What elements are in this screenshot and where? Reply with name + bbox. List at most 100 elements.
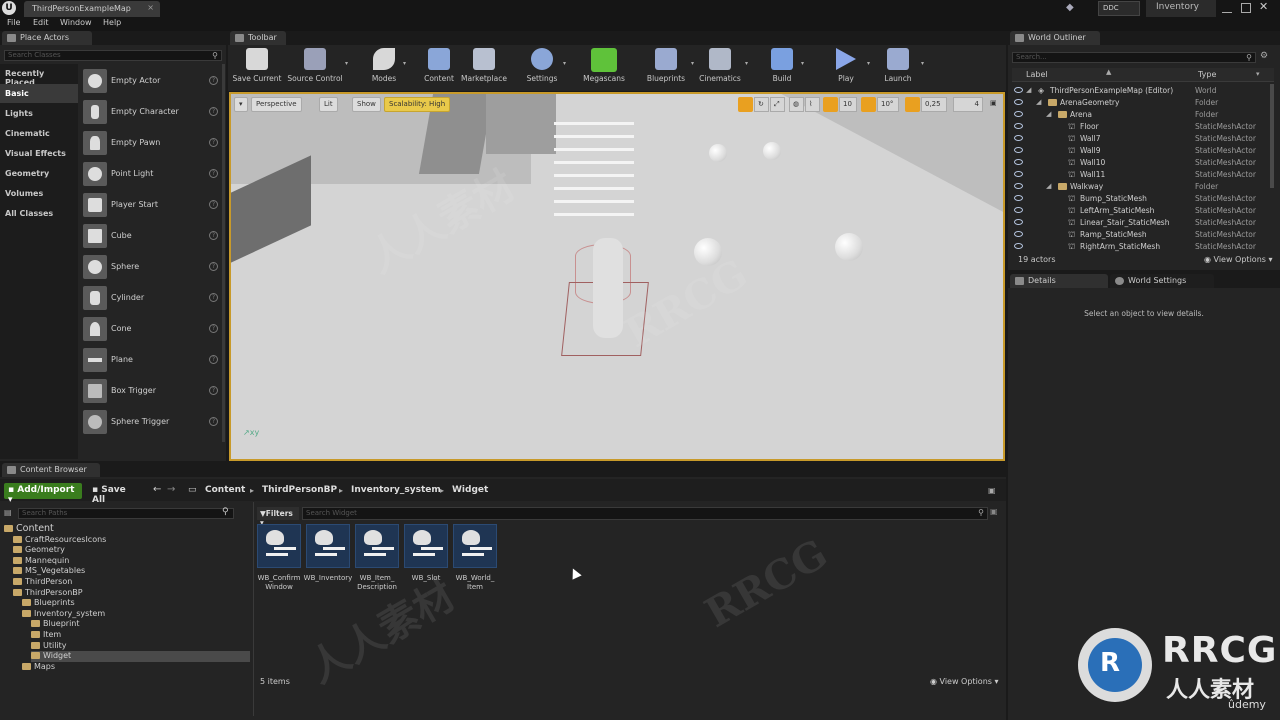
column-label[interactable]: Label: [1026, 70, 1048, 79]
visibility-eye-icon[interactable]: [1014, 87, 1023, 93]
actor-cone[interactable]: Cone?: [80, 314, 222, 344]
visibility-eye-icon[interactable]: [1014, 207, 1023, 213]
close-tab-icon[interactable]: ×: [147, 3, 154, 12]
maximize-icon[interactable]: [1241, 3, 1251, 13]
outliner-row[interactable]: ⛫ Wall7 StaticMeshActor: [1012, 133, 1274, 145]
perspective-button[interactable]: Perspective: [251, 97, 302, 112]
actor-cylinder[interactable]: Cylinder?: [80, 283, 222, 313]
filters-button[interactable]: ▼Filters ▾: [257, 507, 299, 527]
category-all-classes[interactable]: All Classes: [0, 204, 78, 223]
column-type[interactable]: Type: [1198, 70, 1216, 79]
actor-point-light[interactable]: Point Light?: [80, 159, 222, 189]
help-icon[interactable]: ?: [209, 324, 218, 333]
viewport-sphere[interactable]: [835, 233, 863, 261]
actor-empty-character[interactable]: Empty Character?: [80, 97, 222, 127]
outliner-row[interactable]: ⛫ Ramp_StaticMesh StaticMeshActor: [1012, 229, 1274, 241]
visibility-eye-icon[interactable]: [1014, 171, 1023, 177]
category-recently-placed[interactable]: Recently Placed: [0, 64, 78, 87]
tree-folder-widget[interactable]: Widget: [31, 651, 250, 663]
tree-folder-item[interactable]: Item: [31, 630, 250, 641]
level-viewport[interactable]: ↗xy ▾ Perspective Lit Show Scalability: …: [229, 92, 1005, 461]
tree-folder-thirdpersonbp[interactable]: ThirdPersonBP: [13, 588, 250, 599]
lock-icon[interactable]: ▣: [988, 486, 996, 495]
menu-help[interactable]: Help: [103, 18, 121, 27]
tab-content-browser[interactable]: Content Browser: [2, 463, 100, 477]
actor-plane[interactable]: Plane?: [80, 345, 222, 375]
tab-place-actors[interactable]: Place Actors: [2, 31, 92, 45]
add-import-button[interactable]: ▪ Add/Import ▾: [4, 483, 82, 505]
megascans-button[interactable]: Megascans: [580, 48, 628, 90]
surface-snap-icon[interactable]: ⌇: [805, 97, 820, 112]
camera-speed-button[interactable]: 4: [953, 97, 983, 112]
scale-snap-value[interactable]: 0,25: [921, 97, 947, 112]
outliner-scrollbar[interactable]: [1270, 84, 1274, 188]
outliner-row[interactable]: ◢ Walkway Folder: [1012, 181, 1274, 193]
paths-search-input[interactable]: Search Paths: [18, 508, 234, 519]
tree-folder-craftresourcesicons[interactable]: CraftResourcesIcons: [13, 535, 250, 546]
asset-tile[interactable]: WB_Confirm Window: [257, 524, 301, 594]
tree-folder-geometry[interactable]: Geometry: [13, 545, 250, 556]
help-icon[interactable]: ?: [209, 231, 218, 240]
tree-folder-mannequin[interactable]: Mannequin: [13, 556, 250, 567]
outliner-row[interactable]: ⛫ LeftArm_StaticMesh StaticMeshActor: [1012, 205, 1274, 217]
settings-button[interactable]: Settings ▾: [522, 48, 566, 90]
class-search-input[interactable]: Search Classes ⚲: [4, 50, 222, 61]
maximize-viewport-icon[interactable]: ▣: [987, 97, 1000, 112]
save-search-icon[interactable]: ▣: [990, 507, 998, 516]
chevron-down-icon[interactable]: ▾: [921, 60, 924, 67]
help-icon[interactable]: ?: [209, 107, 218, 116]
asset-tile[interactable]: WB_World_ Item: [453, 524, 497, 594]
help-icon[interactable]: ?: [209, 355, 218, 364]
grid-snap-icon[interactable]: [823, 97, 838, 112]
map-tab[interactable]: ThirdPersonExampleMap ×: [24, 1, 160, 17]
expand-arrow-icon[interactable]: ◢: [1036, 98, 1041, 106]
menu-edit[interactable]: Edit: [33, 18, 49, 27]
help-icon[interactable]: ?: [209, 169, 218, 178]
expand-arrow-icon[interactable]: ◢: [1046, 182, 1051, 190]
minimize-icon[interactable]: [1222, 3, 1232, 13]
visibility-eye-icon[interactable]: [1014, 99, 1023, 105]
tab-world-outliner[interactable]: World Outliner: [1010, 31, 1100, 45]
actor-empty-pawn[interactable]: Empty Pawn?: [80, 128, 222, 158]
outliner-row[interactable]: ⛫ Wall10 StaticMeshActor: [1012, 157, 1274, 169]
tree-folder-thirdperson[interactable]: ThirdPerson: [13, 577, 250, 588]
category-volumes[interactable]: Volumes: [0, 184, 78, 203]
visibility-eye-icon[interactable]: [1014, 231, 1023, 237]
viewport-options-button[interactable]: ▾: [234, 97, 248, 112]
breadcrumb-separator-icon[interactable]: ▸: [250, 486, 254, 495]
outliner-view-options[interactable]: ◉ View Options ▾: [1204, 255, 1273, 264]
modes-button[interactable]: Modes ▾: [366, 48, 406, 90]
project-name-button[interactable]: Inventory: [1146, 0, 1216, 17]
tree-folder-maps[interactable]: Maps: [22, 662, 250, 673]
lit-button[interactable]: Lit: [319, 97, 338, 112]
scale-mode-icon[interactable]: ⤢: [770, 97, 785, 112]
outliner-row[interactable]: ⛫ Floor StaticMeshActor: [1012, 121, 1274, 133]
chevron-down-icon[interactable]: ▾: [801, 60, 804, 67]
sort-ascending-icon[interactable]: ▲: [1106, 68, 1111, 76]
visibility-eye-icon[interactable]: [1014, 147, 1023, 153]
rotate-mode-icon[interactable]: ↻: [754, 97, 769, 112]
visibility-eye-icon[interactable]: [1014, 123, 1023, 129]
help-icon[interactable]: ?: [209, 76, 218, 85]
breadcrumb-inventory-system[interactable]: Inventory_system: [351, 485, 441, 495]
tree-folder-ms-vegetables[interactable]: MS_Vegetables: [13, 566, 250, 577]
mannequin-character[interactable]: [593, 238, 623, 338]
save-current-button[interactable]: Save Current: [232, 48, 282, 90]
asset-search-input[interactable]: Search Widget ⚲: [302, 507, 988, 520]
chevron-down-icon[interactable]: ▾: [345, 60, 348, 67]
actor-box-trigger[interactable]: Box Trigger?: [80, 376, 222, 406]
unreal-logo-icon[interactable]: U: [2, 1, 16, 15]
close-window-icon[interactable]: ✕: [1259, 0, 1273, 14]
chevron-down-icon[interactable]: ▾: [563, 60, 566, 67]
asset-tile[interactable]: WB_Inventory: [304, 524, 352, 594]
ddc-button[interactable]: DDC: [1098, 1, 1140, 16]
launch-button[interactable]: Launch ▾: [880, 48, 924, 90]
outliner-row[interactable]: ⛫ Bump_StaticMesh StaticMeshActor: [1012, 193, 1274, 205]
actor-list-scrollbar[interactable]: [222, 64, 225, 442]
breadcrumb-separator-icon[interactable]: ▸: [440, 486, 444, 495]
build-button[interactable]: Build ▾: [766, 48, 804, 90]
chevron-down-icon[interactable]: ▾: [403, 60, 406, 67]
visibility-eye-icon[interactable]: [1014, 135, 1023, 141]
marketplace-button[interactable]: Marketplace: [460, 48, 508, 90]
sources-toggle-icon[interactable]: ▤: [4, 508, 16, 519]
